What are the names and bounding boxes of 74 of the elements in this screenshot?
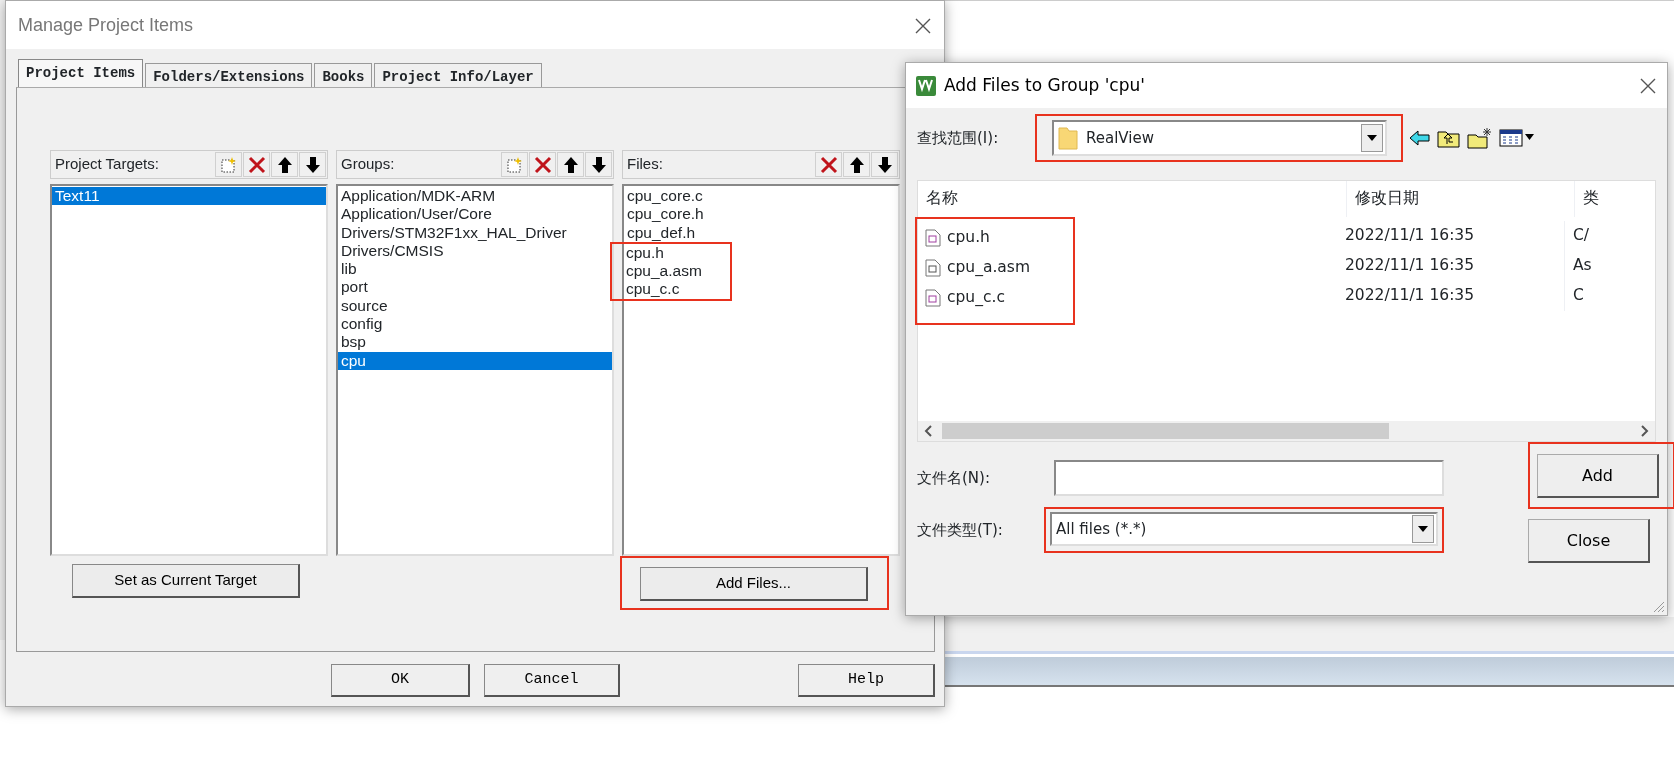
header-label: Project Targets:	[55, 154, 160, 175]
file-date: 2022/11/1 16:35	[1337, 221, 1565, 251]
field-label: 查找范围(I):	[917, 127, 1000, 149]
dialog-button[interactable]: Add	[1537, 454, 1659, 498]
back-arrow-icon[interactable]	[1409, 130, 1431, 146]
header-label: Groups:	[341, 154, 396, 175]
list-item[interactable]: Drivers/CMSIS	[338, 241, 447, 261]
dropdown-value: All files (*.*)	[1056, 518, 1147, 540]
dialog-button[interactable]: OK	[331, 664, 470, 697]
list-item[interactable]: cpu_def.h	[624, 223, 699, 242]
dropdown-value: RealView	[1086, 127, 1154, 149]
list-item[interactable]: source	[338, 296, 391, 316]
tab[interactable]: Project Info/Layer	[374, 63, 542, 87]
file-type: As	[1572, 255, 1592, 277]
caret-icon	[1418, 526, 1428, 532]
list-item[interactable]: cpu_c.c	[623, 280, 683, 299]
list-item[interactable]: cpu_core.c	[624, 187, 706, 206]
file-name-field[interactable]	[1054, 460, 1444, 496]
file-name[interactable]: cpu_a.asm	[947, 256, 1031, 280]
window-title: Manage Project Items	[18, 13, 194, 37]
list-item[interactable]: port	[338, 278, 371, 297]
tab[interactable]: Books	[314, 63, 373, 87]
file-icon	[925, 229, 941, 247]
tab[interactable]: Folders/Extensions	[145, 63, 313, 87]
new-item-icon[interactable]	[215, 152, 242, 177]
delete-icon[interactable]	[243, 152, 270, 177]
list-item[interactable]: cpu_a.asm	[623, 262, 705, 281]
horizontal-scrollbar[interactable]	[918, 421, 1655, 441]
list-item[interactable]: config	[338, 315, 386, 334]
caret-icon	[1367, 135, 1377, 141]
list-item[interactable]: cpu.h	[623, 243, 667, 263]
file-name[interactable]: cpu_c.c	[947, 286, 1005, 310]
file-type: C	[1572, 285, 1585, 307]
new-folder-icon[interactable]	[1467, 127, 1493, 149]
header-label: Files:	[627, 154, 664, 175]
file-icon	[925, 289, 941, 307]
file-name[interactable]: cpu.h	[947, 226, 990, 250]
app-logo-icon	[916, 75, 936, 96]
file-type: C/	[1572, 225, 1591, 247]
field-label: 文件类型(T):	[917, 519, 1004, 541]
scrollbar-thumb[interactable]	[942, 423, 1389, 439]
delete-icon[interactable]	[529, 152, 556, 177]
column-header[interactable]: 修改日期	[1347, 181, 1575, 217]
dialog-button[interactable]: Help	[798, 664, 935, 697]
column-header[interactable]: 类	[1575, 187, 1655, 211]
dropdown-arrow-button[interactable]	[1412, 515, 1434, 543]
button[interactable]: Add Files...	[640, 567, 868, 601]
list-item[interactable]: Application/User/Core	[338, 205, 495, 224]
dropdown-arrow-button[interactable]	[1361, 124, 1383, 152]
file-date: 2022/11/1 16:35	[1337, 251, 1565, 281]
list-item[interactable]: Application/MDK-ARM	[338, 187, 499, 206]
column-header[interactable]: 名称	[918, 181, 1347, 217]
list-item[interactable]: bsp	[338, 333, 369, 352]
tab[interactable]: Project Items	[18, 59, 144, 87]
button[interactable]: Set as Current Target	[72, 564, 300, 598]
file-date: 2022/11/1 16:35	[1337, 281, 1565, 311]
look-in-dropdown[interactable]: RealView	[1052, 120, 1387, 156]
folder-icon	[1058, 126, 1078, 150]
file-type-dropdown[interactable]: All files (*.*)	[1050, 512, 1438, 546]
dialog-button[interactable]: Cancel	[484, 664, 620, 697]
list-item[interactable]: lib	[338, 260, 360, 279]
delete-icon[interactable]	[815, 152, 842, 177]
dialog-button[interactable]: Close	[1528, 519, 1650, 563]
new-item-icon[interactable]	[501, 152, 528, 177]
up-folder-icon[interactable]	[1437, 128, 1461, 148]
list-item[interactable]: Drivers/STM32F1xx_HAL_Driver	[338, 223, 570, 242]
view-menu-icon[interactable]	[1499, 128, 1535, 148]
window-title: Add Files to Group 'cpu'	[944, 73, 1145, 97]
resize-grip-icon	[1651, 599, 1665, 613]
list-item[interactable]: cpu	[338, 351, 612, 370]
list-item[interactable]: cpu_core.h	[624, 205, 707, 224]
file-icon	[925, 259, 941, 277]
field-label: 文件名(N):	[917, 467, 991, 489]
list-item[interactable]: Text11	[52, 187, 326, 206]
